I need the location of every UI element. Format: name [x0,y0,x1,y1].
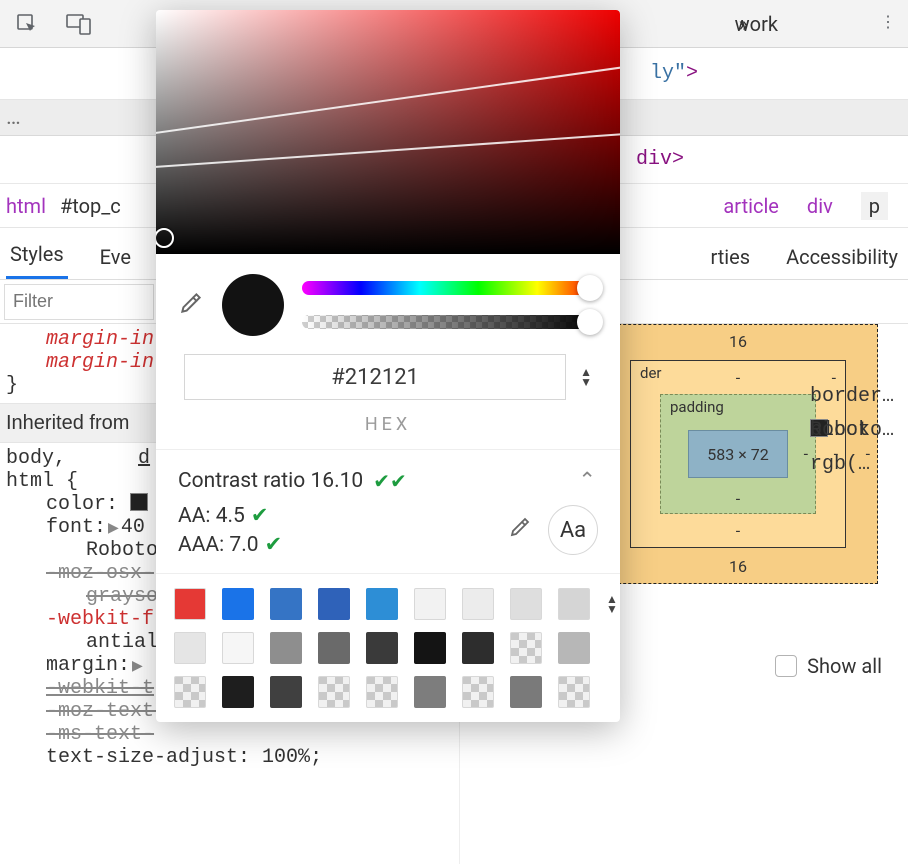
box-model-margin-top[interactable]: 16 [729,332,747,351]
tab-event-listeners[interactable]: Eve [96,235,135,279]
palette-swatch[interactable] [318,632,350,664]
expand-triangle-icon[interactable]: ▶ [108,520,119,537]
color-swatch-icon[interactable] [130,493,148,511]
dom-attr-value: ly [650,62,674,85]
contrast-aaa-row: AAA: 7.0✔ [178,532,282,557]
dom-suffix: > [686,62,698,85]
device-toggle-icon[interactable] [62,7,96,41]
expand-triangle-icon[interactable]: ▶ [132,658,143,675]
breadcrumb-p-active[interactable]: p [861,192,888,220]
palette-swatch[interactable] [558,632,590,664]
inspect-icon[interactable] [10,7,44,41]
dom-tag: div [636,148,672,171]
tab-properties[interactable]: rties [706,235,754,279]
palette-swatch[interactable] [366,588,398,620]
breadcrumb-html[interactable]: html [6,194,46,218]
palette-swatch[interactable] [414,676,446,708]
alpha-slider[interactable] [302,315,596,329]
palette-swatch[interactable] [270,632,302,664]
palette-swatch[interactable] [270,676,302,708]
slider-knob[interactable] [577,275,603,301]
hue-slider[interactable] [302,281,596,295]
palette-swatch[interactable] [510,676,542,708]
palette-swatch[interactable] [558,588,590,620]
contrast-ratio-row[interactable]: Contrast ratio 16.10 ✔✔ ⌃ [156,450,620,497]
css-prop-disabled[interactable]: -ms-text- [6,723,453,746]
palette-swatch[interactable] [222,588,254,620]
hex-input[interactable]: #212121 [184,354,566,400]
palette-swatch[interactable] [174,676,206,708]
color-palette: ▲▼ [156,574,620,722]
check-icon: ✔ [265,533,283,557]
css-prop-text-size-adjust[interactable]: text-size-adjust: 100%; [6,746,453,769]
palette-swatch[interactable] [510,588,542,620]
checkbox-icon[interactable] [775,655,797,677]
palette-swatch[interactable] [462,676,494,708]
breadcrumb-div[interactable]: div [807,194,833,218]
palette-swatch[interactable] [558,676,590,708]
box-model-border-label: der [640,364,662,382]
show-all-toggle[interactable]: Show all [775,654,882,678]
chevron-up-icon[interactable]: ⌃ [578,468,596,493]
palette-swatch[interactable] [318,588,350,620]
palette-swatch[interactable] [222,676,254,708]
palette-swatch[interactable] [174,588,206,620]
tabs-overflow-icon[interactable]: » [739,12,748,36]
palette-swatch[interactable] [414,632,446,664]
eyedropper-icon[interactable] [178,290,204,320]
palette-swatch[interactable] [270,588,302,620]
check-icon: ✔ [251,504,269,528]
breadcrumb-article[interactable]: article [723,194,779,218]
breadcrumb-id[interactable]: #top_c [60,194,121,218]
double-check-icon: ✔✔ [373,469,407,493]
palette-swatch[interactable] [414,588,446,620]
palette-swatch[interactable] [366,632,398,664]
contrast-sample-badge: Aa [548,505,598,555]
dom-suffix: > [672,148,684,171]
box-model-content-size: 583 × 72 [707,445,768,464]
hex-format-label: HEX [156,414,620,449]
background-eyedropper-icon[interactable] [508,515,532,545]
slider-knob[interactable] [577,309,603,335]
format-spinner[interactable]: ▲▼ [580,367,592,387]
palette-swatch[interactable] [462,632,494,664]
palette-spinner[interactable]: ▲▼ [606,588,618,620]
spectrum-cursor[interactable] [156,228,174,248]
contrast-aa-row: AA: 4.5✔ [178,503,282,528]
styles-filter-input[interactable] [4,284,154,320]
tab-accessibility[interactable]: Accessibility [782,235,902,279]
tab-styles[interactable]: Styles [6,232,68,279]
palette-swatch[interactable] [318,676,350,708]
palette-swatch[interactable] [462,588,494,620]
palette-swatch[interactable] [222,632,254,664]
box-model-padding-label: padding [670,398,724,416]
kebab-menu-icon[interactable]: ⋮ [880,12,896,31]
palette-swatch[interactable] [366,676,398,708]
color-picker-popover: #212121 ▲▼ HEX Contrast ratio 16.10 ✔✔ ⌃… [156,10,620,722]
palette-swatch[interactable] [510,632,542,664]
color-spectrum[interactable] [156,10,620,254]
box-model-margin-bottom[interactable]: 16 [729,557,747,576]
palette-swatch[interactable] [174,632,206,664]
current-color-swatch [222,274,284,336]
